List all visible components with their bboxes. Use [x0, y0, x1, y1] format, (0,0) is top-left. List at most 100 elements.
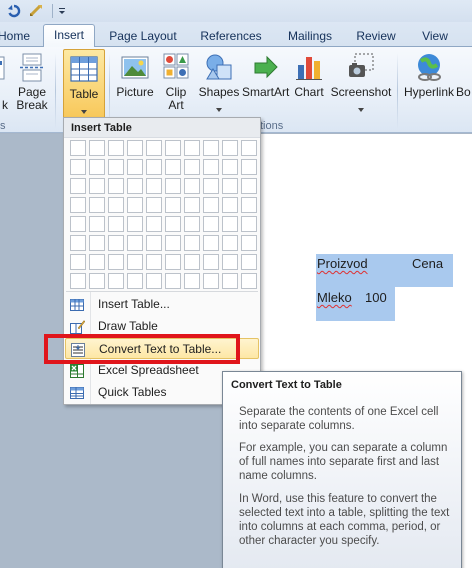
grid-cell[interactable]: [127, 273, 143, 289]
grid-cell[interactable]: [165, 197, 181, 213]
grid-cell[interactable]: [222, 235, 238, 251]
smartart-button[interactable]: SmartArt: [242, 51, 289, 99]
grid-cell[interactable]: [127, 140, 143, 156]
grid-cell[interactable]: [184, 197, 200, 213]
grid-cell[interactable]: [241, 178, 257, 194]
tab-mailings[interactable]: Mailings: [280, 27, 340, 47]
grid-cell[interactable]: [222, 159, 238, 175]
grid-cell[interactable]: [165, 159, 181, 175]
grid-cell[interactable]: [70, 178, 86, 194]
grid-cell[interactable]: [146, 235, 162, 251]
grid-cell[interactable]: [203, 140, 219, 156]
grid-cell[interactable]: [70, 159, 86, 175]
grid-cell[interactable]: [89, 178, 105, 194]
grid-cell[interactable]: [222, 197, 238, 213]
document-word[interactable]: Mleko: [317, 290, 352, 305]
undo-icon[interactable]: [6, 3, 22, 19]
screenshot-button[interactable]: Screenshot: [330, 51, 392, 115]
grid-cell[interactable]: [108, 159, 124, 175]
grid-cell[interactable]: [203, 235, 219, 251]
grid-cell[interactable]: [165, 216, 181, 232]
grid-cell[interactable]: [222, 254, 238, 270]
picture-button[interactable]: Picture: [114, 51, 156, 99]
grid-cell[interactable]: [146, 216, 162, 232]
grid-cell[interactable]: [127, 254, 143, 270]
grid-cell[interactable]: [108, 254, 124, 270]
grid-cell[interactable]: [89, 140, 105, 156]
grid-cell[interactable]: [184, 178, 200, 194]
grid-cell[interactable]: [89, 197, 105, 213]
grid-cell[interactable]: [146, 273, 162, 289]
grid-cell[interactable]: [70, 273, 86, 289]
chart-button[interactable]: Chart: [292, 51, 326, 99]
grid-cell[interactable]: [184, 159, 200, 175]
grid-cell[interactable]: [146, 197, 162, 213]
tab-insert[interactable]: Insert: [43, 24, 95, 48]
grid-cell[interactable]: [127, 197, 143, 213]
grid-cell[interactable]: [203, 197, 219, 213]
grid-cell[interactable]: [203, 178, 219, 194]
tab-review[interactable]: Review: [351, 27, 401, 47]
menu-item-insert-table[interactable]: Insert Table...: [65, 294, 259, 315]
grid-cell[interactable]: [203, 254, 219, 270]
grid-cell[interactable]: [89, 159, 105, 175]
grid-cell[interactable]: [89, 235, 105, 251]
grid-cell[interactable]: [165, 254, 181, 270]
grid-cell[interactable]: [203, 273, 219, 289]
grid-cell[interactable]: [89, 254, 105, 270]
tab-view[interactable]: View: [414, 27, 456, 47]
document-word[interactable]: Cena: [412, 256, 443, 271]
clip-art-button[interactable]: Clip Art: [160, 51, 192, 112]
shapes-button[interactable]: Shapes: [197, 51, 241, 115]
grid-cell[interactable]: [241, 254, 257, 270]
grid-cell[interactable]: [241, 140, 257, 156]
grid-cell[interactable]: [241, 159, 257, 175]
grid-cell[interactable]: [127, 178, 143, 194]
grid-cell[interactable]: [146, 254, 162, 270]
grid-cell[interactable]: [184, 235, 200, 251]
grid-cell[interactable]: [184, 140, 200, 156]
grid-cell[interactable]: [70, 254, 86, 270]
grid-cell[interactable]: [184, 273, 200, 289]
hyperlink-button[interactable]: Hyperlink: [403, 51, 455, 99]
grid-cell[interactable]: [108, 140, 124, 156]
grid-cell[interactable]: [241, 235, 257, 251]
grid-cell[interactable]: [146, 159, 162, 175]
grid-cell[interactable]: [127, 216, 143, 232]
grid-cell[interactable]: [108, 178, 124, 194]
tab-home[interactable]: Home: [0, 27, 34, 47]
grid-cell[interactable]: [203, 216, 219, 232]
grid-cell[interactable]: [222, 140, 238, 156]
grid-cell[interactable]: [70, 216, 86, 232]
grid-cell[interactable]: [165, 140, 181, 156]
grid-cell[interactable]: [108, 216, 124, 232]
grid-cell[interactable]: [108, 197, 124, 213]
document-word[interactable]: 100: [365, 290, 387, 305]
grid-cell[interactable]: [165, 235, 181, 251]
table-button[interactable]: Table: [63, 49, 105, 119]
grid-cell[interactable]: [222, 178, 238, 194]
bookmark-button[interactable]: Bo: [456, 51, 472, 99]
grid-cell[interactable]: [203, 159, 219, 175]
grid-cell[interactable]: [165, 273, 181, 289]
grid-cell[interactable]: [146, 140, 162, 156]
redo-icon[interactable]: [28, 3, 44, 19]
grid-cell[interactable]: [184, 216, 200, 232]
grid-cell[interactable]: [70, 197, 86, 213]
grid-cell[interactable]: [127, 235, 143, 251]
grid-cell[interactable]: [70, 235, 86, 251]
grid-cell[interactable]: [165, 178, 181, 194]
cover-page-button[interactable]: k: [0, 51, 8, 112]
grid-cell[interactable]: [70, 140, 86, 156]
document-word[interactable]: Proizvod: [317, 256, 368, 271]
tab-page-layout[interactable]: Page Layout: [104, 27, 182, 47]
grid-cell[interactable]: [108, 235, 124, 251]
grid-cell[interactable]: [146, 178, 162, 194]
grid-cell[interactable]: [127, 159, 143, 175]
tab-references[interactable]: References: [194, 27, 268, 47]
grid-cell[interactable]: [241, 197, 257, 213]
grid-cell[interactable]: [241, 216, 257, 232]
page-break-button[interactable]: Page Break: [14, 51, 50, 112]
grid-cell[interactable]: [184, 254, 200, 270]
grid-cell[interactable]: [89, 273, 105, 289]
